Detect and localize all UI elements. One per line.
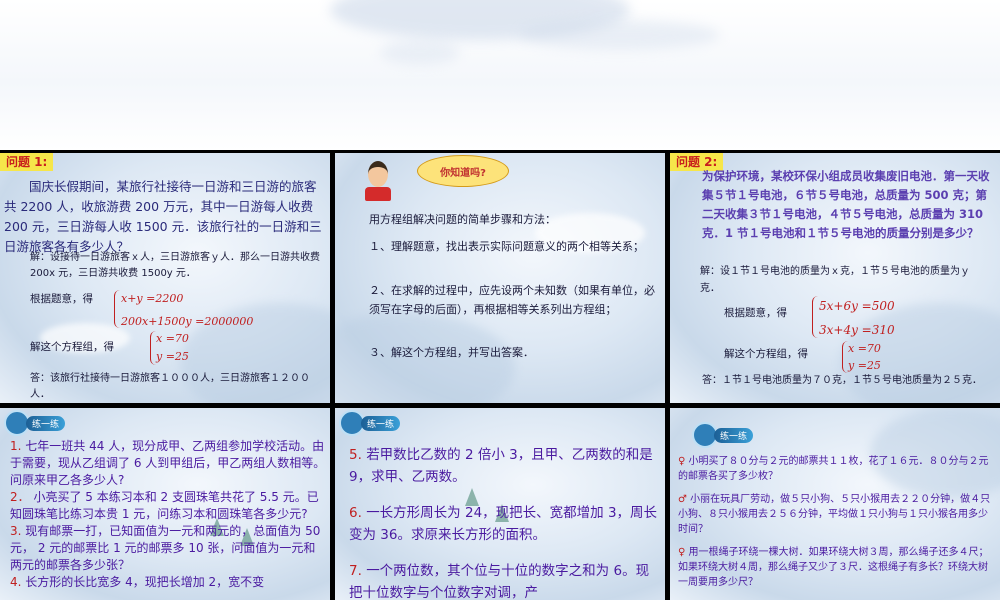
solve-label: 解这个方程组，得: [30, 341, 114, 353]
slide-method: 你知道吗? 用方程组解决问题的简单步骤和方法： １、理解题意，找出表示实际问题意…: [335, 153, 665, 403]
solution-setup: 解：设１节１号电池的质量为ｘ克，１节５号电池的质量为ｙ克．: [700, 266, 970, 294]
by-question-label: 根据题意，得: [30, 293, 93, 305]
answer-text: 答：该旅行社接待一日游旅客１０００人，三日游旅客１２００人．: [30, 373, 310, 400]
equation-2: 3x+4y =310: [819, 323, 895, 337]
exercise-number: 6.: [349, 505, 362, 521]
equation-1: 5x+6y =500: [819, 299, 895, 313]
exercise-item: 7. 一个两位数，其个位与十位的数字之和为 6。现把十位数字与个位数字对调，产: [349, 560, 661, 600]
exercise-text: 七年一班共 44 人，现分成甲、乙两组参加学校活动。由于需要，现从乙组调了 6 …: [10, 439, 326, 487]
exercise-text: 小明买了８０分与２元的邮票共１１枚，花了１６元．８０分与２元的邮票各买了多少枚？: [678, 456, 989, 482]
problem-1-label: 问题 1:: [0, 153, 54, 171]
did-you-know-bubble: 你知道吗?: [417, 155, 509, 187]
child-icon: [365, 161, 391, 201]
slide-exercise-1: 练一练 1. 七年一班共 44 人，现分成甲、乙两组参加学校活动。由于需要，现从…: [0, 408, 330, 600]
exercise-list: 1. 七年一班共 44 人，现分成甲、乙两组参加学校活动。由于需要，现从乙组调了…: [10, 438, 326, 591]
equation-2: 200x+1500y =2000000: [121, 315, 254, 328]
practice-badge-label: 练一练: [361, 415, 401, 431]
solution-1: x =70: [156, 332, 189, 345]
exercise-number: 7.: [349, 563, 362, 579]
exercise-text: 长方形的长比宽多 4，现把长增加 2，宽不变: [25, 575, 265, 589]
method-step-1: １、理解题意，找出表示实际问题意义的两个相等关系；: [369, 240, 644, 253]
exercise-item: 3. 现有邮票一打，已知面值为一元和两元的，总面值为 50 元， 2 元的邮票比…: [10, 523, 326, 574]
practice-badge-label: 练一练: [714, 427, 754, 443]
exercise-number: 2．: [10, 490, 30, 504]
practice-badge: 练一练: [339, 410, 401, 436]
exercise-item: ♀ 用一根绳子环绕一棵大树．如果环绕大树３周，那么绳子还多４尺；如果环绕大树４周…: [678, 545, 994, 590]
solution-2: y =25: [156, 350, 189, 363]
exercise-text: 一个两位数，其个位与十位的数字之和为 6。现把十位数字与个位数字对调，产: [349, 563, 650, 600]
exercise-text: 用一根绳子环绕一棵大树．如果环绕大树３周，那么绳子还多４尺；如果环绕大树４周，那…: [678, 547, 989, 588]
slide-problem-1: 问题 1: 国庆长假期间，某旅行社接待一日游和三日游的旅客共 2200 人，收旅…: [0, 153, 330, 403]
problem-1-text: 国庆长假期间，某旅行社接待一日游和三日游的旅客共 2200 人，收旅游费 200…: [4, 179, 322, 254]
by-question-label: 根据题意，得: [724, 307, 787, 319]
bullet-icon: ♂: [678, 494, 687, 505]
solve-label: 解这个方程组，得: [724, 348, 808, 360]
method-step-2: ２、在求解的过程中，应先设两个未知数（如果有单位，必须写在字母的后面），再根据相…: [369, 284, 655, 316]
exercise-text: 一长方形周长为 24，现把长、宽都增加 3，周长变为 36。求原来长方形的面积。: [349, 505, 658, 543]
slide-problem-2: 问题 2: 为保护环境，某校环保小组成员收集废旧电池．第一天收集５节１号电池，６…: [670, 153, 1000, 403]
exercise-item: 5. 若甲数比乙数的 2 倍小 3，且甲、乙两数的和是 9，求甲、乙两数。: [349, 444, 661, 488]
solution-2: y =25: [848, 359, 881, 372]
exercise-item: 6. 一长方形周长为 24，现把长、宽都增加 3，周长变为 36。求原来长方形的…: [349, 502, 661, 546]
exercise-number: 4.: [10, 575, 22, 589]
exercise-number: 3.: [10, 524, 22, 538]
bullet-icon: ♀: [678, 547, 686, 558]
exercise-text: 小丽在玩具厂劳动，做５只小狗、５只小猴用去２２０分钟，做４只小狗、８只小猴用去２…: [678, 494, 991, 535]
practice-badge: 练一练: [4, 410, 66, 436]
top-background: [0, 0, 1000, 150]
exercise-text: 现有邮票一打，已知面值为一元和两元的，总面值为 50 元， 2 元的邮票比 1 …: [10, 524, 321, 572]
exercise-item: 4. 长方形的长比宽多 4，现把长增加 2，宽不变: [10, 574, 326, 591]
slide-exercise-3: 练一练 ♀ 小明买了８０分与２元的邮票共１１枚，花了１６元．８０分与２元的邮票各…: [670, 408, 1000, 600]
exercise-number: 1.: [10, 439, 22, 453]
method-step-3: ３、解这个方程组，并写出答案．: [369, 346, 534, 359]
equation-brace: [114, 290, 121, 328]
exercise-item: 2． 小亮买了 5 本练习本和 2 支圆珠笔共花了 5.5 元。已知圆珠笔比练习…: [10, 489, 326, 523]
answer-text: 答：１节１号电池质量为７０克，１节５号电池质量为２５克．: [702, 375, 982, 386]
slide-exercise-2: 练一练 5. 若甲数比乙数的 2 倍小 3，且甲、乙两数的和是 9，求甲、乙两数…: [335, 408, 665, 600]
practice-badge-label: 练一练: [26, 415, 66, 431]
exercise-list: ♀ 小明买了８０分与２元的邮票共１１枚，花了１６元．８０分与２元的邮票各买了多少…: [678, 454, 994, 590]
bullet-icon: ♀: [678, 456, 686, 467]
exercise-text: 若甲数比乙数的 2 倍小 3，且甲、乙两数的和是 9，求甲、乙两数。: [349, 447, 653, 485]
problem-2-text: 为保护环境，某校环保小组成员收集废旧电池．第一天收集５节１号电池，６节５号电池，…: [702, 169, 990, 240]
exercise-item: 1. 七年一班共 44 人，现分成甲、乙两组参加学校活动。由于需要，现从乙组调了…: [10, 438, 326, 489]
practice-badge: 练一练: [692, 422, 754, 448]
exercise-item: ♂ 小丽在玩具厂劳动，做５只小狗、５只小猴用去２２０分钟，做４只小狗、８只小猴用…: [678, 492, 994, 537]
equation-1: x+y =2200: [121, 292, 184, 305]
exercise-list: 5. 若甲数比乙数的 2 倍小 3，且甲、乙两数的和是 9，求甲、乙两数。 6.…: [349, 444, 661, 600]
exercise-number: 5.: [349, 447, 362, 463]
equation-brace: [812, 296, 819, 338]
method-intro: 用方程组解决问题的简单步骤和方法：: [369, 213, 556, 226]
solution-setup: 解：设接待一日游旅客ｘ人，三日游旅客ｙ人．那么一日游共收费 200x 元，三日游…: [30, 252, 320, 279]
exercise-text: 小亮买了 5 本练习本和 2 支圆珠笔共花了 5.5 元。已知圆珠笔比练习本贵 …: [10, 490, 319, 521]
exercise-item: ♀ 小明买了８０分与２元的邮票共１１枚，花了１６元．８０分与２元的邮票各买了多少…: [678, 454, 994, 484]
solution-1: x =70: [848, 342, 881, 355]
